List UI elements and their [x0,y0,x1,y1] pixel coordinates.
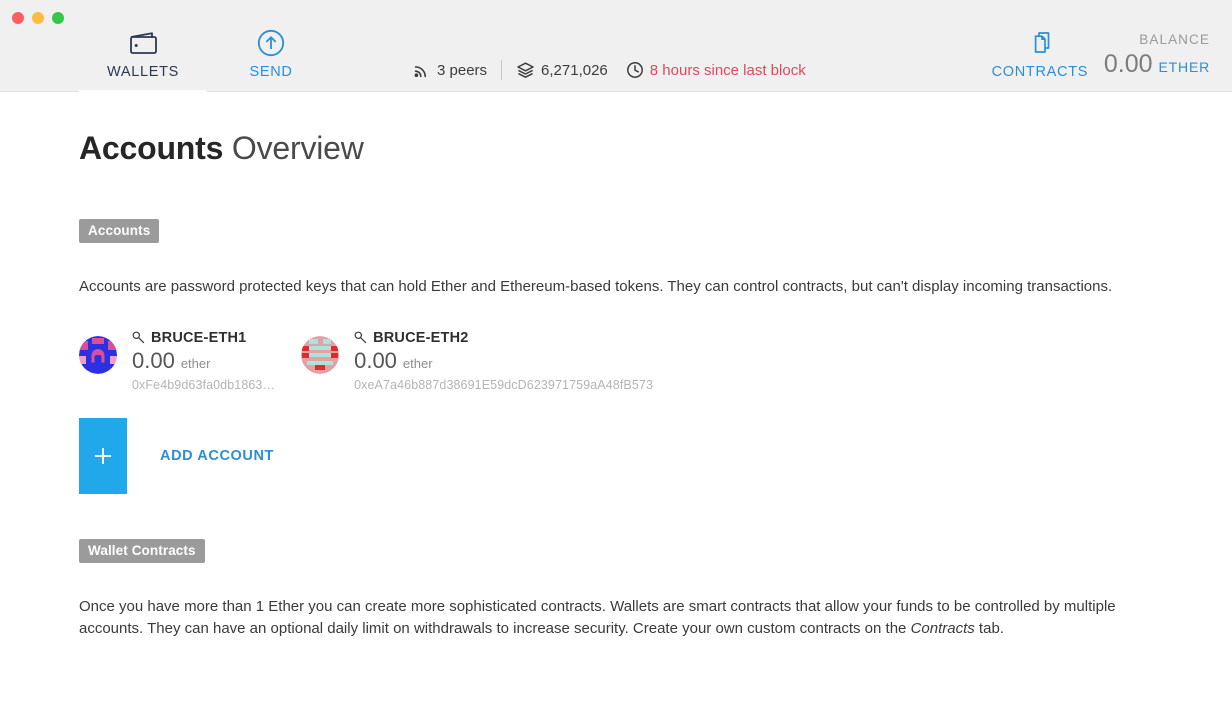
add-account-label[interactable]: ADD ACCOUNT [160,448,274,464]
contracts-tab-reference: Contracts [910,619,975,637]
block-number-label: 6,271,026 [541,61,608,79]
wallet-contracts-line2-b: tab. [974,619,1004,637]
wallet-contracts-line2-a: They can have an optional daily limit on… [147,619,911,637]
add-account-row[interactable]: ADD ACCOUNT [79,417,1153,494]
balance-amount: 0.00 [1103,50,1153,78]
account-address: 0xFe4b9d63fa0db1863… [132,377,276,392]
accounts-section-tag: Accounts [79,219,160,243]
balance-title: BALANCE [1139,32,1210,47]
balance-display: BALANCE 0.00 ETHER [1104,22,1232,79]
account-details: BRUCE-ETH2 0.00 ether 0xeA7a46b887d38691… [354,328,653,392]
balance-unit: ETHER [1158,59,1210,75]
account-balance-row: 0.00 ether [132,348,275,374]
key-icon [132,331,145,344]
zoom-button[interactable] [52,12,64,24]
peers-count-label: 3 peers [437,61,488,79]
tab-send[interactable]: SEND [207,22,335,80]
wallet-contracts-section-tag: Wallet Contracts [79,538,205,563]
add-account-button[interactable] [79,417,127,494]
status-divider [501,60,503,80]
accounts-description: Accounts are password protected keys tha… [79,278,1113,295]
send-arrow-icon [207,26,335,60]
wallet-contracts-description: Once you have more than 1 Ether you can … [79,596,1153,640]
account-identicon [79,335,117,374]
clock-icon [626,61,644,79]
account-address: 0xeA7a46b887d38691E59dcD623971759aA48fB5… [354,377,654,392]
balance-value-row: 0.00 ETHER [1104,50,1210,79]
documents-icon [976,26,1104,60]
last-block-status[interactable]: 8 hours since last block [626,61,806,79]
account-balance-unit: ether [180,355,211,371]
account-balance: 0.00 [132,347,175,373]
last-block-label: 8 hours since last block [649,61,806,79]
blocks-stack-icon [516,61,535,79]
account-name-row: BRUCE-ETH1 [132,330,275,346]
account-name: BRUCE-ETH2 [373,329,469,346]
account-details: BRUCE-ETH1 0.00 ether 0xFe4b9d63fa0db186… [132,328,275,392]
account-card[interactable]: BRUCE-ETH2 0.00 ether 0xeA7a46b887d38691… [301,328,653,392]
tab-contracts[interactable]: CONTRACTS [976,22,1104,80]
main-content: Accounts Overview Accounts Accounts are … [0,130,1232,639]
tab-send-label: SEND [249,64,293,80]
peers-signal-icon [413,62,431,79]
page-title-light: Overview [231,130,364,166]
accounts-list: BRUCE-ETH1 0.00 ether 0xFe4b9d63fa0db186… [79,328,1153,392]
account-name: BRUCE-ETH1 [151,329,247,346]
account-card[interactable]: BRUCE-ETH1 0.00 ether 0xFe4b9d63fa0db186… [79,328,275,392]
tab-contracts-label: CONTRACTS [991,64,1089,80]
page-title: Accounts Overview [79,130,1153,167]
right-nav: CONTRACTS BALANCE 0.00 ETHER [976,22,1232,80]
key-icon [354,331,367,344]
account-balance-row: 0.00 ether [354,348,653,374]
main-nav: WALLETS SEND [79,22,335,114]
wallet-icon [79,26,207,60]
account-identicon [301,335,340,374]
tab-wallets[interactable]: WALLETS [79,22,207,114]
tab-wallets-label: WALLETS [106,64,180,80]
title-bar: WALLETS SEND 3 peers 6,271,026 8 hours s… [0,0,1232,114]
account-balance: 0.00 [354,347,397,373]
block-number-status[interactable]: 6,271,026 [516,61,608,79]
account-name-row: BRUCE-ETH2 [354,330,653,346]
peers-status[interactable]: 3 peers [413,62,487,79]
plus-icon [95,447,111,464]
account-balance-unit: ether [402,355,433,371]
node-status-bar: 3 peers 6,271,026 8 hours since last blo… [413,60,806,80]
window-controls [12,12,64,24]
close-button[interactable] [12,12,24,24]
page-title-strong: Accounts [79,130,224,166]
minimize-button[interactable] [32,12,44,24]
